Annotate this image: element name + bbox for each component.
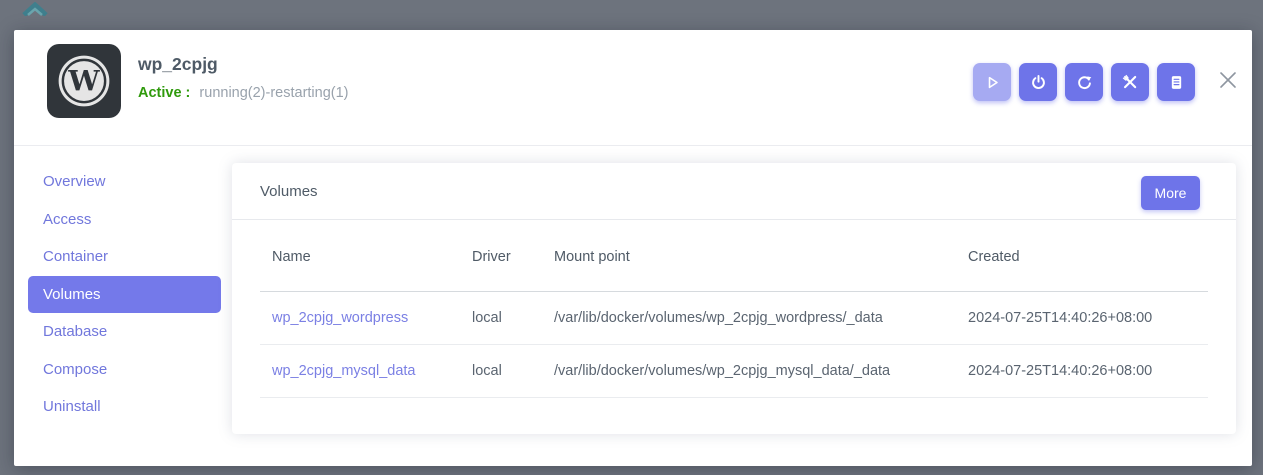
volume-created: 2024-07-25T14:40:26+08:00: [956, 345, 1208, 398]
volumes-table: Name Driver Mount point Created wp_2cpjg…: [260, 220, 1208, 398]
tools-icon: [1121, 73, 1139, 91]
sidebar-nav: Overview Access Container Volumes Databa…: [28, 163, 221, 426]
volume-name-link[interactable]: wp_2cpjg_wordpress: [272, 310, 408, 326]
table-header-row: Name Driver Mount point Created: [260, 220, 1208, 292]
table-row: wp_2cpjg_wordpress local /var/lib/docker…: [260, 292, 1208, 345]
wordpress-logo-icon: W: [47, 44, 121, 118]
repair-button[interactable]: [1111, 63, 1149, 101]
column-header-driver: Driver: [460, 220, 542, 292]
table-row: wp_2cpjg_mysql_data local /var/lib/docke…: [260, 345, 1208, 398]
stop-button[interactable]: [1019, 63, 1057, 101]
sidebar-item-overview[interactable]: Overview: [28, 163, 221, 201]
app-title: wp_2cpjg: [138, 54, 218, 75]
sidebar-item-database[interactable]: Database: [28, 313, 221, 351]
sidebar-item-uninstall[interactable]: Uninstall: [28, 388, 221, 426]
app-detail-modal: W wp_2cpjg Active : running(2)-restartin…: [14, 30, 1252, 466]
volume-driver: local: [460, 345, 542, 398]
svg-text:W: W: [67, 65, 100, 98]
volume-mount: /var/lib/docker/volumes/wp_2cpjg_mysql_d…: [542, 345, 956, 398]
sidebar-item-access[interactable]: Access: [28, 201, 221, 239]
panel-title: Volumes: [260, 183, 318, 200]
restart-button[interactable]: [1065, 63, 1103, 101]
backdrop-partial-logo-icon: [22, 2, 48, 16]
volumes-panel: Volumes More Name Driver Mount point Cre…: [232, 163, 1236, 434]
app-status: Active : running(2)-restarting(1): [138, 85, 349, 101]
sidebar-item-container[interactable]: Container: [28, 238, 221, 276]
volumes-panel-header: Volumes More: [232, 163, 1236, 220]
journal-icon: [1168, 74, 1185, 91]
column-header-created: Created: [956, 220, 1208, 292]
logs-button[interactable]: [1157, 63, 1195, 101]
start-button[interactable]: [973, 63, 1011, 101]
volume-created: 2024-07-25T14:40:26+08:00: [956, 292, 1208, 345]
sidebar-item-volumes[interactable]: Volumes: [28, 276, 221, 314]
play-icon: [984, 74, 1001, 91]
volume-name-link[interactable]: wp_2cpjg_mysql_data: [272, 363, 415, 379]
close-icon: [1217, 69, 1239, 91]
status-detail: running(2)-restarting(1): [199, 85, 348, 101]
modal-header: W wp_2cpjg Active : running(2)-restartin…: [14, 30, 1252, 146]
more-button[interactable]: More: [1141, 176, 1200, 210]
status-active-label: Active :: [138, 85, 190, 101]
volume-mount: /var/lib/docker/volumes/wp_2cpjg_wordpre…: [542, 292, 956, 345]
power-icon: [1030, 74, 1047, 91]
column-header-name: Name: [260, 220, 460, 292]
column-header-mount: Mount point: [542, 220, 956, 292]
sidebar-item-compose[interactable]: Compose: [28, 351, 221, 389]
close-button[interactable]: [1216, 69, 1240, 93]
restart-icon: [1076, 74, 1093, 91]
volume-driver: local: [460, 292, 542, 345]
